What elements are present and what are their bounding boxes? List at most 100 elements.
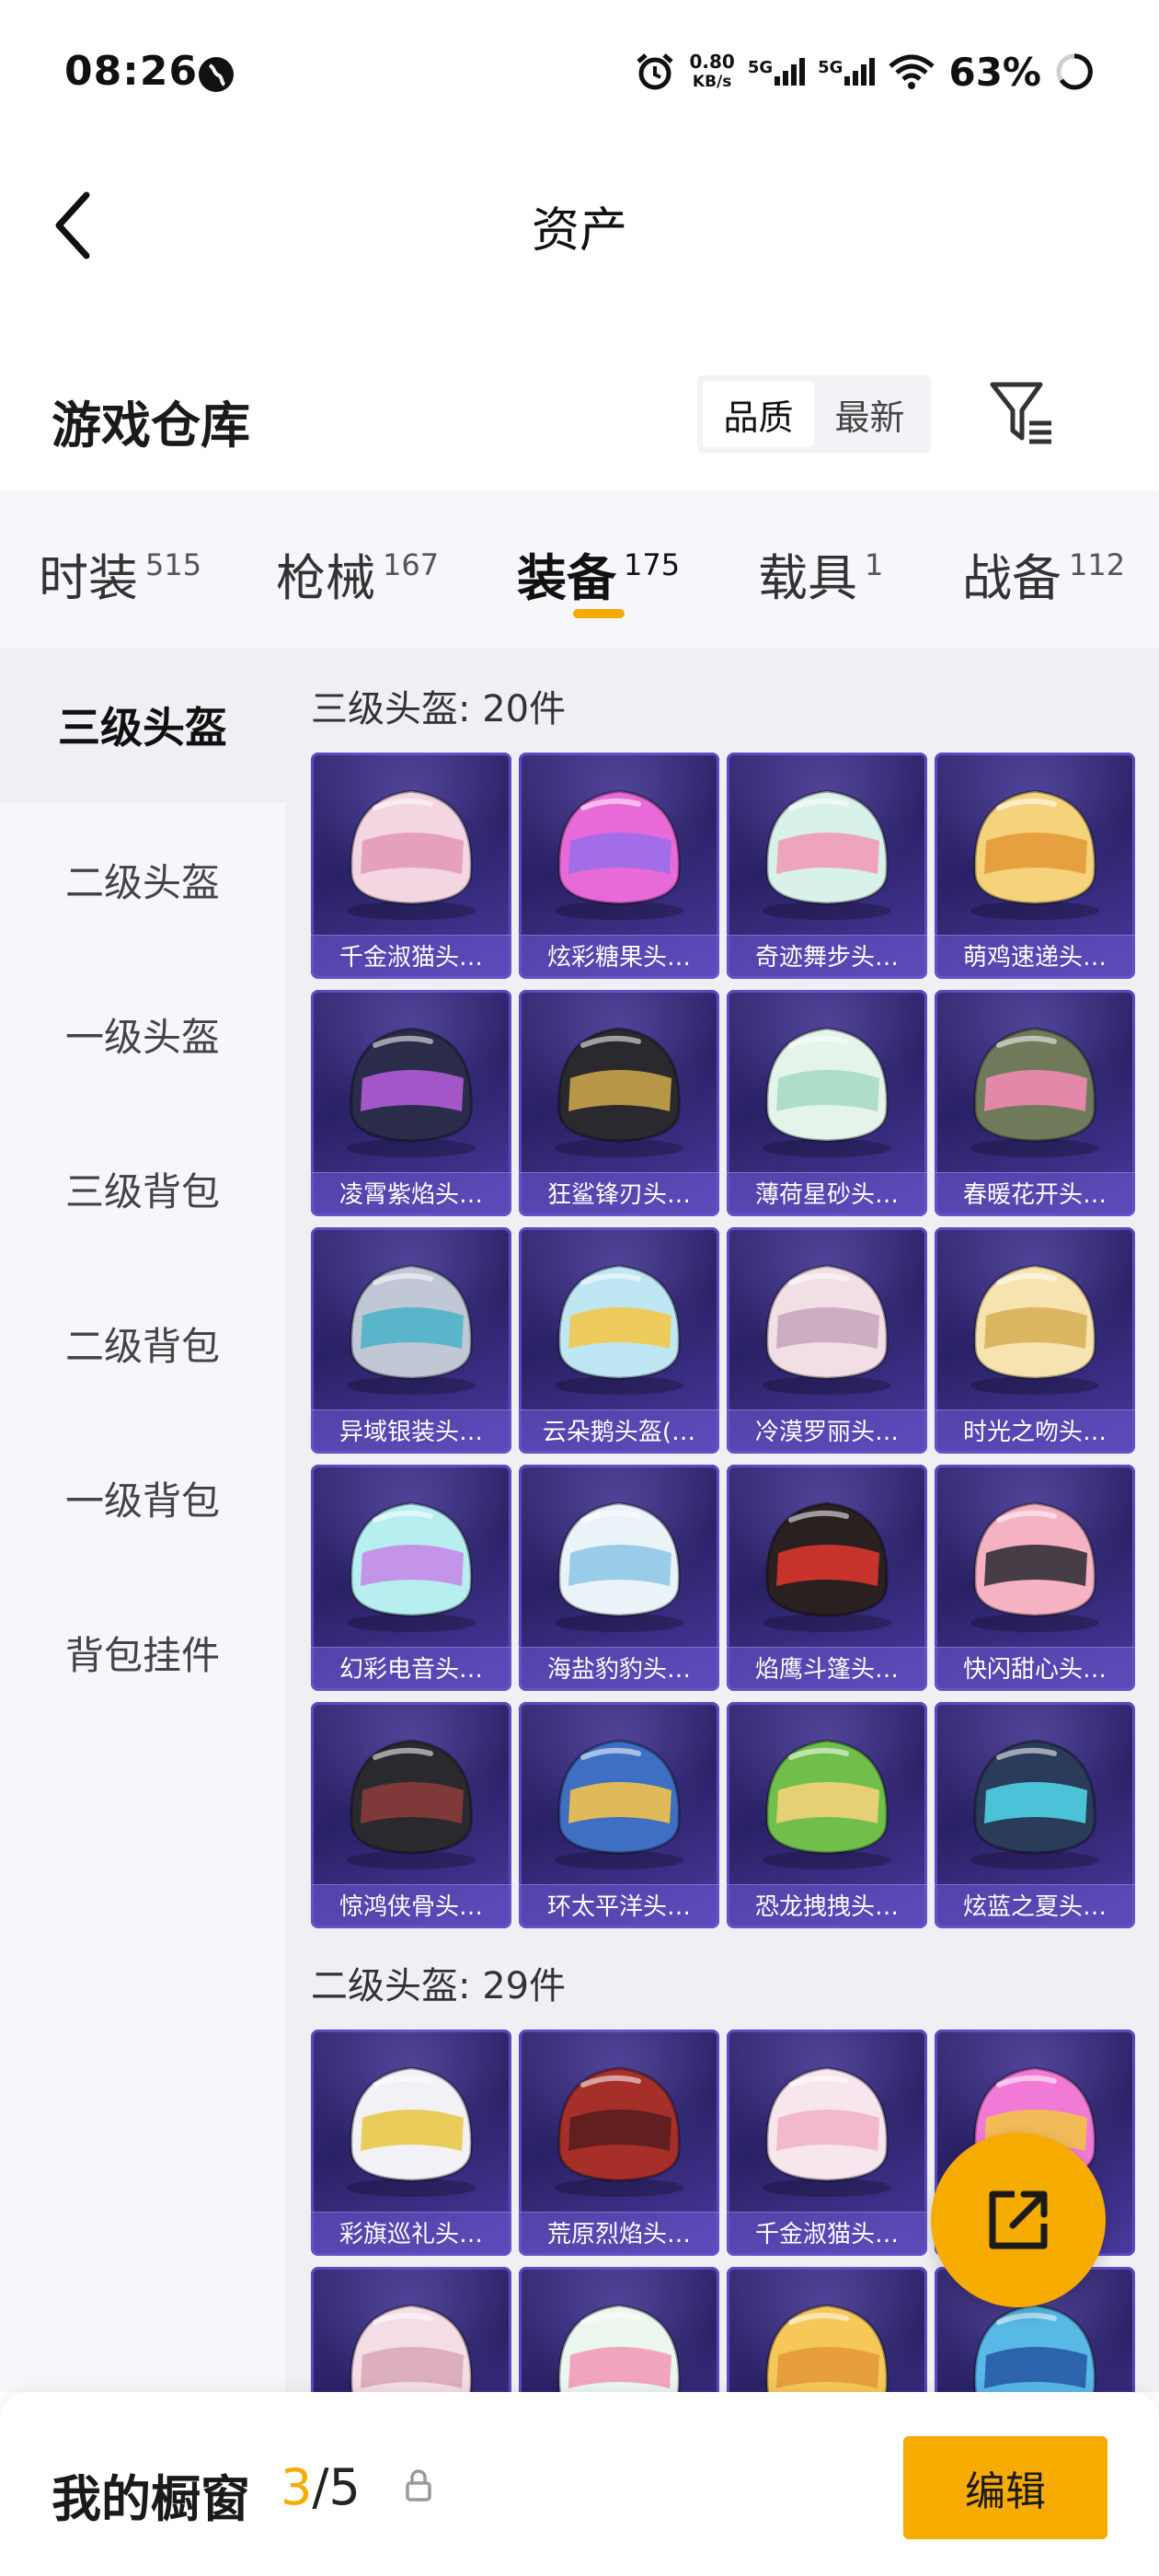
helmet-image — [763, 1739, 891, 1869]
tab-label: 时装 — [39, 549, 138, 607]
signal-bars-icon — [844, 58, 876, 86]
tab-firearms[interactable]: 枪械 167 — [276, 537, 439, 610]
tab-equipment[interactable]: 装备 175 — [517, 537, 680, 610]
item-name: 彩旗巡礼头… — [311, 2212, 511, 2256]
item-card[interactable]: 狂鲨锋刃头… — [519, 990, 719, 1216]
showcase-bar: 我的橱窗 3/5 编辑 — [0, 2392, 1159, 2576]
helmet-image — [763, 1027, 891, 1157]
helmet-image — [763, 1501, 891, 1632]
item-card[interactable]: 环太平洋头… — [519, 1702, 719, 1928]
subcategory-sidebar: 三级头盔 二级头盔 一级头盔 三级背包 二级背包 一级背包 背包挂件 — [0, 648, 285, 2392]
item-name: 炫蓝之夏头… — [935, 1884, 1135, 1928]
section-title-level2-helmet: 二级头盔: 29件 — [311, 1965, 567, 2007]
item-card[interactable]: 千金淑猫头… — [311, 753, 511, 979]
item-card[interactable]: 千金淑猫头… — [727, 2030, 927, 2256]
item-name: 恐龙拽拽头… — [727, 1884, 927, 1928]
sidebar-item-level1-backpack[interactable]: 一级背包 — [0, 1420, 285, 1575]
item-card[interactable]: 薄荷星砂头… — [727, 990, 927, 1216]
item-card[interactable]: 焰鹰斗篷头… — [727, 1465, 927, 1691]
item-name: 狂鲨锋刃头… — [519, 1172, 719, 1216]
sort-option-newest[interactable]: 最新 — [814, 381, 925, 447]
item-card[interactable]: 春暖花开头… — [935, 990, 1135, 1216]
sidebar-item-level3-backpack[interactable]: 三级背包 — [0, 1111, 285, 1266]
helmet-image — [555, 1501, 683, 1632]
globe-icon — [199, 57, 234, 92]
tab-label: 载具 — [758, 549, 857, 607]
category-tabs: 时装 515 枪械 167 装备 175 载具 1 战备 112 — [0, 491, 1159, 648]
helmet-image — [763, 789, 891, 920]
sidebar-item-level2-backpack[interactable]: 二级背包 — [0, 1266, 285, 1420]
battery-percent: 63% — [948, 49, 1041, 95]
item-name: 焰鹰斗篷头… — [727, 1647, 927, 1691]
showcase-count: 3/5 — [281, 2458, 361, 2516]
sidebar-item-level2-helmet[interactable]: 二级头盔 — [0, 802, 285, 957]
tab-count: 167 — [383, 547, 440, 582]
tab-count: 112 — [1069, 547, 1126, 582]
share-button[interactable] — [931, 2133, 1106, 2307]
item-name: 惊鸿侠骨头… — [311, 1884, 511, 1928]
helmet-image — [555, 1739, 683, 1869]
sidebar-item-level1-helmet[interactable]: 一级头盔 — [0, 957, 285, 1111]
tab-fashion[interactable]: 时装 515 — [39, 537, 201, 610]
sort-option-quality[interactable]: 品质 — [703, 381, 814, 447]
sim1-signal: 5G — [747, 58, 806, 86]
tab-label: 战备 — [962, 549, 1061, 607]
lock-icon — [406, 2469, 431, 2501]
item-card[interactable]: 彩旗巡礼头… — [311, 2030, 511, 2256]
item-card[interactable]: 惊鸿侠骨头… — [311, 1702, 511, 1928]
tab-count: 1 — [865, 547, 884, 582]
item-name: 奇迹舞步头… — [727, 935, 927, 979]
network-speed-value: 0.80 — [689, 51, 735, 73]
item-name: 荒原烈焰头… — [519, 2212, 719, 2256]
item-card[interactable]: 异域银装头… — [311, 1227, 511, 1454]
helmet-image — [763, 1264, 891, 1395]
item-name: 环太平洋头… — [519, 1884, 719, 1928]
sidebar-item-backpack-charm[interactable]: 背包挂件 — [0, 1575, 285, 1730]
item-name: 春暖花开头… — [935, 1172, 1135, 1216]
helmet-image — [970, 1264, 1099, 1395]
helmet-image — [347, 1739, 476, 1869]
item-name: 千金淑猫头… — [727, 2212, 927, 2256]
battery-ring-icon — [1056, 53, 1093, 90]
tab-vehicles[interactable]: 载具 1 — [758, 537, 883, 610]
item-name: 幻彩电音头… — [311, 1647, 511, 1691]
item-card[interactable]: 冷漠罗丽头… — [727, 1227, 927, 1454]
tab-count: 515 — [145, 547, 202, 582]
item-card[interactable]: 炫彩糖果头… — [519, 753, 719, 979]
item-card[interactable]: 云朵鹅头盔(… — [519, 1227, 719, 1454]
network-speed-unit: KB/s — [692, 73, 732, 91]
sim1-label: 5G — [747, 58, 774, 77]
status-bar: 08:26 0.80 KB/s 5G 5G 63% — [0, 0, 1159, 152]
helmet-image — [555, 1264, 683, 1395]
showcase-total: /5 — [312, 2458, 361, 2516]
edit-button[interactable]: 编辑 — [903, 2436, 1107, 2539]
item-name: 异域银装头… — [311, 1409, 511, 1454]
item-name: 时光之吻头… — [935, 1409, 1135, 1454]
signal-bars-icon — [775, 58, 806, 86]
item-card[interactable]: 幻彩电音头… — [311, 1465, 511, 1691]
tab-label: 枪械 — [276, 549, 375, 607]
item-card[interactable]: 凌霄紫焰头… — [311, 990, 511, 1216]
item-card[interactable]: 奇迹舞步头… — [727, 753, 927, 979]
helmet-image — [970, 789, 1099, 920]
item-card[interactable]: 时光之吻头… — [935, 1227, 1135, 1454]
filter-icon[interactable] — [989, 379, 1055, 449]
item-card[interactable]: 荒原烈焰头… — [519, 2030, 719, 2256]
showcase-label: 我的橱窗 — [52, 2470, 250, 2528]
item-name: 炫彩糖果头… — [519, 935, 719, 979]
item-name: 快闪甜心头… — [935, 1647, 1135, 1691]
item-card[interactable]: 快闪甜心头… — [935, 1465, 1135, 1691]
item-name: 薄荷星砂头… — [727, 1172, 927, 1216]
sort-toggle: 品质 最新 — [697, 375, 931, 453]
item-name: 云朵鹅头盔(… — [519, 1409, 719, 1454]
item-card[interactable]: 炫蓝之夏头… — [935, 1702, 1135, 1928]
item-card[interactable]: 萌鸡速递头… — [935, 753, 1135, 979]
wifi-icon — [889, 54, 935, 89]
helmet-image — [555, 2066, 683, 2197]
sidebar-item-level3-helmet[interactable]: 三级头盔 — [0, 648, 285, 802]
item-card[interactable]: 恐龙拽拽头… — [727, 1702, 927, 1928]
item-card[interactable]: 海盐豹豹头… — [519, 1465, 719, 1691]
helmet-image — [970, 1501, 1099, 1632]
item-name: 海盐豹豹头… — [519, 1647, 719, 1691]
tab-combat-gear[interactable]: 战备 112 — [962, 537, 1125, 610]
